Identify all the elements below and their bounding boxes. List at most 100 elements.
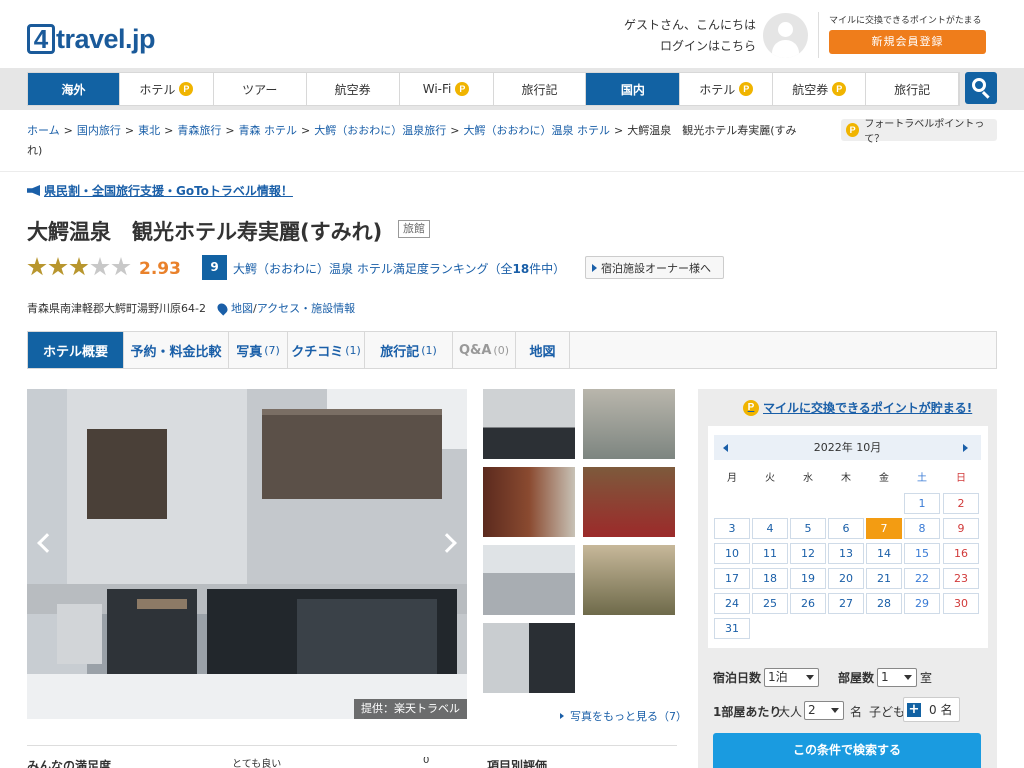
main-hotel-photo[interactable]	[27, 389, 467, 719]
breadcrumb-link[interactable]: 青森旅行	[177, 124, 221, 137]
photo-thumbnail[interactable]	[583, 545, 675, 615]
point-icon: P	[179, 82, 194, 96]
star-icon	[48, 257, 68, 276]
photo-thumbnail[interactable]	[483, 389, 575, 459]
photo-thumbnail[interactable]	[583, 389, 675, 459]
nav-item-label: 旅行記	[894, 82, 931, 97]
breadcrumb-link[interactable]: 大鰐（おおわに）温泉 ホテル	[463, 124, 610, 137]
search-icon[interactable]	[965, 72, 997, 104]
calendar-day[interactable]: 18	[752, 568, 788, 589]
calendar-day[interactable]: 28	[866, 593, 902, 614]
children-button[interactable]: +0 名	[903, 697, 960, 722]
nav-section-0[interactable]: 海外	[28, 73, 120, 105]
calendar-day[interactable]: 9	[943, 518, 979, 539]
tab-1[interactable]: 予約・料金比較	[124, 332, 229, 368]
calendar-day[interactable]: 22	[904, 568, 940, 589]
calendar-day[interactable]: 21	[866, 568, 902, 589]
breadcrumb-link[interactable]: 大鰐（おおわに）温泉旅行	[314, 124, 446, 137]
tab-0[interactable]: ホテル概要	[28, 332, 124, 368]
tab-6[interactable]: 地図	[516, 332, 570, 368]
nav-item-8[interactable]: 航空券 P	[773, 73, 867, 105]
calendar-day[interactable]: 10	[714, 543, 750, 564]
owner-button[interactable]: 宿泊施設オーナー様へ	[585, 256, 724, 279]
calendar-day[interactable]: 15	[904, 543, 940, 564]
photo-credit: 提供：楽天トラベル	[354, 699, 467, 719]
next-month-icon[interactable]	[963, 444, 968, 452]
campaign-link[interactable]: 県民割・全国旅行支援・GoToトラベル情報！	[27, 182, 293, 199]
point-help-button[interactable]: P フォートラベルポイントって？	[841, 119, 997, 145]
owner-button-label: 宿泊施設オーナー様へ	[601, 261, 711, 275]
calendar-day[interactable]: 24	[714, 593, 750, 614]
photo-thumbnail[interactable]	[483, 467, 575, 537]
calendar-day[interactable]: 14	[866, 543, 902, 564]
calendar-day[interactable]: 8	[904, 518, 940, 539]
rooms-select[interactable]: 1	[877, 668, 917, 687]
nav-item-7[interactable]: ホテル P	[680, 73, 774, 105]
tab-5[interactable]: Q&A (0)	[453, 332, 516, 368]
calendar-day[interactable]: 5	[790, 518, 826, 539]
more-photos-link[interactable]: 写真をもっと見る（7）	[560, 708, 687, 724]
calendar-day[interactable]: 17	[714, 568, 750, 589]
tab-2[interactable]: 写真 (7)	[229, 332, 288, 368]
adults-select[interactable]: 2	[804, 701, 844, 720]
nav-section-6[interactable]: 国内	[586, 73, 681, 105]
nav-item-3[interactable]: 航空券	[307, 73, 400, 105]
breadcrumb-separator: >	[225, 124, 235, 137]
calendar-day[interactable]: 29	[904, 593, 940, 614]
tab-4[interactable]: 旅行記 (1)	[365, 332, 453, 368]
calendar-day[interactable]: 6	[828, 518, 864, 539]
satisfaction-section: みんなの満足度 とても良い 0 項目別評価	[27, 757, 677, 768]
divider	[27, 745, 677, 746]
calendar-day[interactable]: 30	[943, 593, 979, 614]
triangle-right-icon	[592, 263, 597, 272]
calendar-day[interactable]: 7	[866, 518, 902, 539]
sidebar-title-link[interactable]: P マイルに交換できるポイントが貯まる!	[743, 399, 972, 416]
nav-item-5[interactable]: 旅行記	[494, 73, 587, 105]
children-label: 子ども	[869, 705, 906, 719]
photo-thumbnail[interactable]	[483, 623, 575, 693]
header-divider	[818, 12, 819, 58]
calendar-day[interactable]: 19	[790, 568, 826, 589]
nav-item-1[interactable]: ホテル P	[120, 73, 214, 105]
nav-item-9[interactable]: 旅行記	[866, 73, 960, 105]
access-link[interactable]: アクセス・施設情報	[257, 300, 355, 316]
tab-label: 地図	[529, 344, 556, 360]
search-conditions-button[interactable]: この条件で検索する	[713, 733, 981, 768]
nav-item-4[interactable]: Wi-Fi P	[400, 73, 494, 105]
prev-month-icon[interactable]	[723, 444, 728, 452]
map-link[interactable]: 地図	[231, 300, 253, 316]
login-link[interactable]: ログインはこちら	[660, 39, 756, 53]
calendar-day[interactable]: 26	[790, 593, 826, 614]
calendar-day[interactable]: 31	[714, 618, 750, 639]
satisfaction-heading: みんなの満足度	[27, 759, 112, 768]
weekday-label: 月	[727, 473, 737, 484]
adults-unit: 名	[850, 705, 863, 719]
calendar-day[interactable]: 11	[752, 543, 788, 564]
calendar-day[interactable]: 16	[943, 543, 979, 564]
register-button[interactable]: 新規会員登録	[829, 30, 986, 54]
calendar-day[interactable]: 1	[904, 493, 940, 514]
nav-item-label: Wi-Fi	[422, 82, 452, 96]
breadcrumb-link[interactable]: ホーム	[27, 124, 60, 137]
site-logo[interactable]: 4 travel.jp	[27, 16, 156, 54]
calendar-day[interactable]: 27	[828, 593, 864, 614]
avatar[interactable]	[763, 13, 808, 58]
tab-label: ホテル概要	[42, 344, 108, 360]
calendar-day[interactable]: 13	[828, 543, 864, 564]
calendar-day[interactable]: 2	[943, 493, 979, 514]
nav-item-2[interactable]: ツアー	[214, 73, 307, 105]
calendar-day[interactable]: 3	[714, 518, 750, 539]
breadcrumb-link[interactable]: 青森 ホテル	[239, 124, 298, 137]
nights-select[interactable]: 1泊	[764, 668, 819, 687]
calendar-day[interactable]: 12	[790, 543, 826, 564]
breadcrumb-link[interactable]: 国内旅行	[77, 124, 121, 137]
ranking-link[interactable]: 大鰐（おおわに）温泉 ホテル満足度ランキング（全18件中）	[233, 260, 565, 277]
photo-thumbnail[interactable]	[483, 545, 575, 615]
calendar-day[interactable]: 25	[752, 593, 788, 614]
calendar-day[interactable]: 4	[752, 518, 788, 539]
breadcrumb-link[interactable]: 東北	[138, 124, 160, 137]
calendar-day[interactable]: 23	[943, 568, 979, 589]
calendar-day[interactable]: 20	[828, 568, 864, 589]
photo-thumbnail[interactable]	[583, 467, 675, 537]
tab-3[interactable]: クチコミ (1)	[288, 332, 365, 368]
